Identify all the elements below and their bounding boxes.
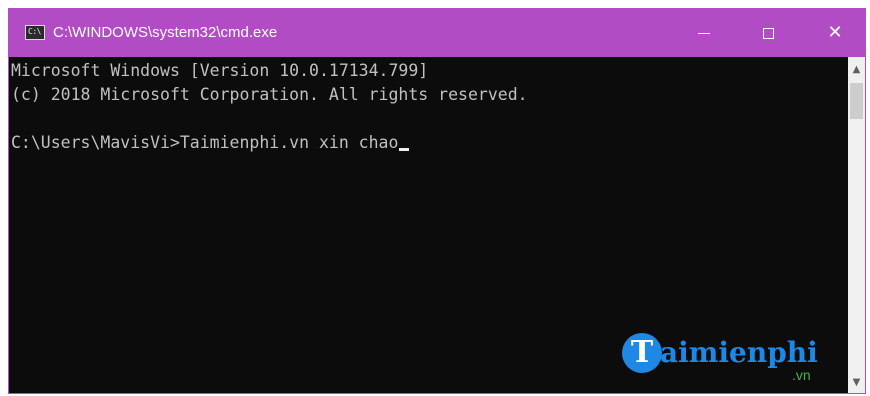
cmd-icon-text: C:\	[28, 27, 41, 36]
console-prompt-line[interactable]: C:\Users\MavisVi>Taimienphi.vn xin chao	[11, 131, 847, 155]
console-prompt-text: C:\Users\MavisVi>Taimienphi.vn xin chao	[11, 133, 399, 152]
minimize-button[interactable]	[681, 9, 727, 57]
scroll-down-icon[interactable]: ▼	[848, 374, 865, 391]
window-title: C:\WINDOWS\system32\cmd.exe	[53, 24, 278, 41]
close-icon: ✕	[827, 22, 843, 43]
maximize-icon	[762, 27, 774, 39]
minimize-icon	[698, 32, 710, 34]
close-button[interactable]: ✕	[812, 9, 858, 57]
watermark-logo-icon: T	[622, 333, 662, 373]
watermark-text: aimienphi	[660, 336, 818, 369]
console-line-version: Microsoft Windows [Version 10.0.17134.79…	[11, 61, 429, 80]
title-bar[interactable]: C:\ C:\WINDOWS\system32\cmd.exe ✕	[9, 9, 865, 57]
console-line-copyright: (c) 2018 Microsoft Corporation. All righ…	[11, 85, 528, 104]
taimienphi-watermark: T aimienphi .vn	[622, 327, 842, 387]
scrollbar-thumb[interactable]	[850, 83, 863, 119]
maximize-button[interactable]	[745, 9, 791, 57]
vertical-scrollbar[interactable]: ▲ ▼	[848, 57, 865, 393]
scroll-up-icon[interactable]: ▲	[848, 61, 865, 78]
cmd-icon[interactable]: C:\	[25, 25, 45, 40]
watermark-suffix: .vn	[792, 367, 811, 383]
text-cursor	[399, 148, 410, 151]
